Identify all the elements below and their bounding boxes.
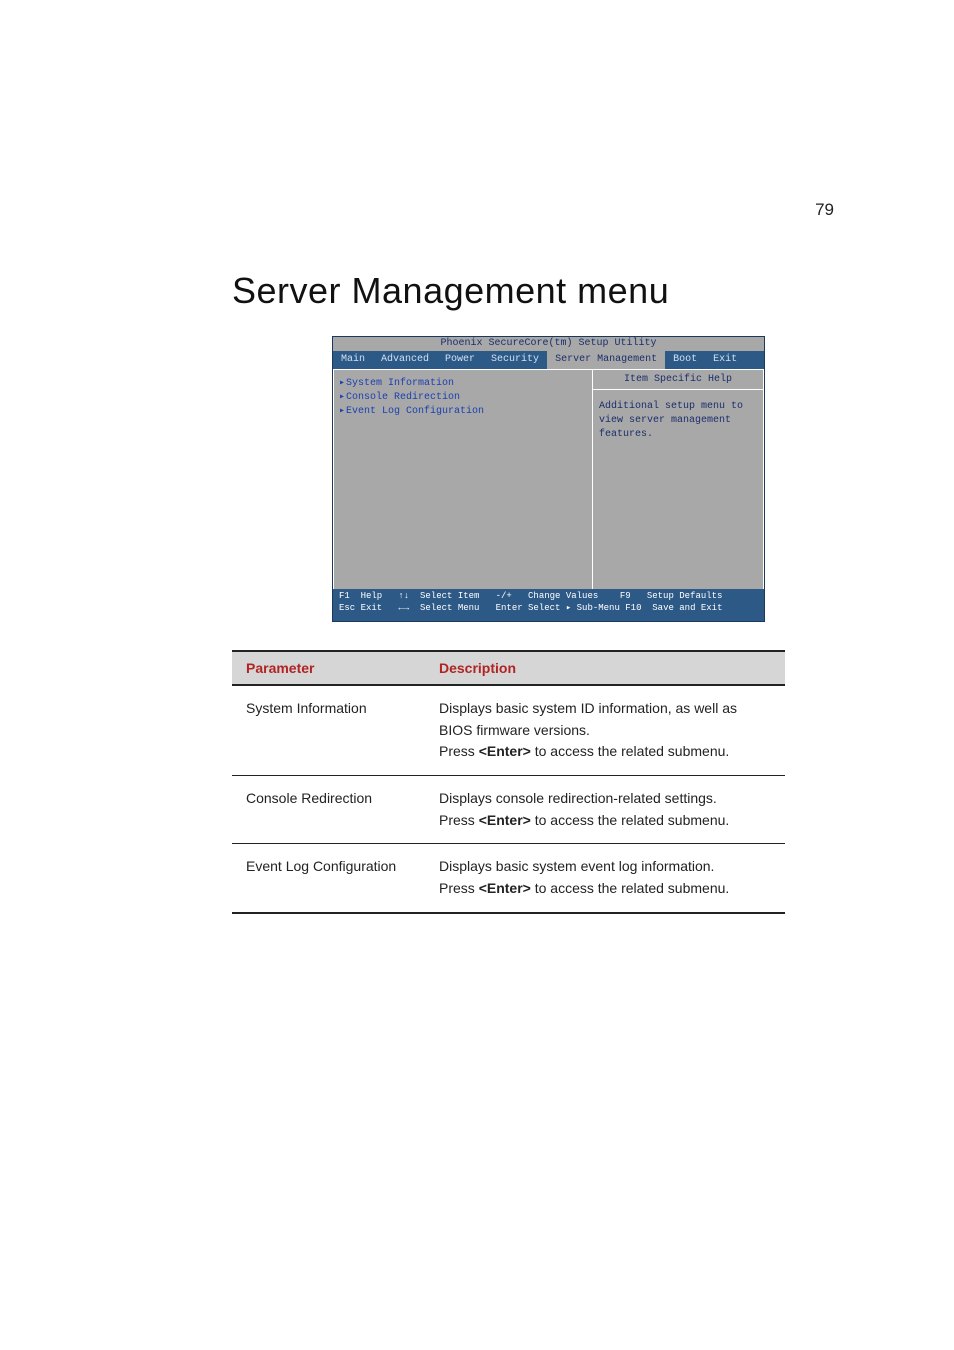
param-cell: Console Redirection (232, 776, 425, 844)
desc-cell: Displays basic system ID information, as… (425, 685, 785, 776)
table-header-description: Description (425, 651, 785, 685)
bios-menu-item: ▸Console Redirection (338, 390, 588, 404)
desc-press: Press (439, 812, 479, 828)
desc-after: to access the related submenu. (531, 743, 729, 759)
triangle-icon: ▸ (338, 391, 346, 403)
bios-footer: F1 Help ↑↓ Select Item -/+ Change Values… (333, 589, 764, 621)
bios-title: Phoenix SecureCore(tm) Setup Utility (333, 337, 764, 351)
bios-footer-line: Esc Exit ←→ Select Menu Enter Select ▸ S… (339, 603, 722, 615)
triangle-icon: ▸ (338, 405, 346, 417)
desc-text: Displays basic system ID information, as… (439, 700, 737, 738)
table-row: Event Log Configuration Displays basic s… (232, 844, 785, 913)
desc-text: Displays basic system event log informat… (439, 858, 714, 874)
triangle-icon: ▸ (338, 377, 346, 389)
bios-tab-exit: Exit (705, 351, 745, 369)
page-number: 79 (815, 200, 834, 220)
bios-help-title: Item Specific Help (593, 370, 763, 390)
enter-key: <Enter> (479, 880, 531, 896)
bios-tab-advanced: Advanced (373, 351, 437, 369)
desc-press: Press (439, 743, 479, 759)
bios-footer-line: F1 Help ↑↓ Select Item -/+ Change Values… (339, 591, 722, 603)
bios-menu-item: ▸Event Log Configuration (338, 404, 588, 418)
enter-key: <Enter> (479, 743, 531, 759)
bios-help-pane: Item Specific Help Additional setup menu… (593, 369, 764, 593)
bios-menu-label: Event Log Configuration (346, 406, 484, 417)
bios-screenshot: Phoenix SecureCore(tm) Setup Utility Mai… (332, 336, 765, 622)
bios-tab-main: Main (333, 351, 373, 369)
param-cell: Event Log Configuration (232, 844, 425, 913)
bios-menu-item: ▸System Information (338, 376, 588, 390)
table-row: Console Redirection Displays console red… (232, 776, 785, 844)
bios-tabs: Main Advanced Power Security Server Mana… (333, 351, 764, 369)
desc-cell: Displays basic system event log informat… (425, 844, 785, 913)
table-row: System Information Displays basic system… (232, 685, 785, 776)
bios-tab-security: Security (483, 351, 547, 369)
bios-tab-server-management: Server Management (547, 351, 665, 369)
enter-key: <Enter> (479, 812, 531, 828)
desc-after: to access the related submenu. (531, 880, 729, 896)
bios-tab-boot: Boot (665, 351, 705, 369)
param-cell: System Information (232, 685, 425, 776)
desc-text: Displays console redirection-related set… (439, 790, 717, 806)
bios-help-text: Additional setup menu to view server man… (593, 390, 763, 452)
desc-after: to access the related submenu. (531, 812, 729, 828)
bios-menu-label: System Information (346, 378, 454, 389)
table-header-parameter: Parameter (232, 651, 425, 685)
desc-press: Press (439, 880, 479, 896)
parameter-table: Parameter Description System Information… (232, 650, 785, 914)
page-title: Server Management menu (232, 270, 954, 312)
bios-menu-label: Console Redirection (346, 392, 460, 403)
desc-cell: Displays console redirection-related set… (425, 776, 785, 844)
bios-tab-power: Power (437, 351, 483, 369)
bios-menu-list: ▸System Information ▸Console Redirection… (333, 369, 593, 593)
bios-body: ▸System Information ▸Console Redirection… (333, 369, 764, 593)
